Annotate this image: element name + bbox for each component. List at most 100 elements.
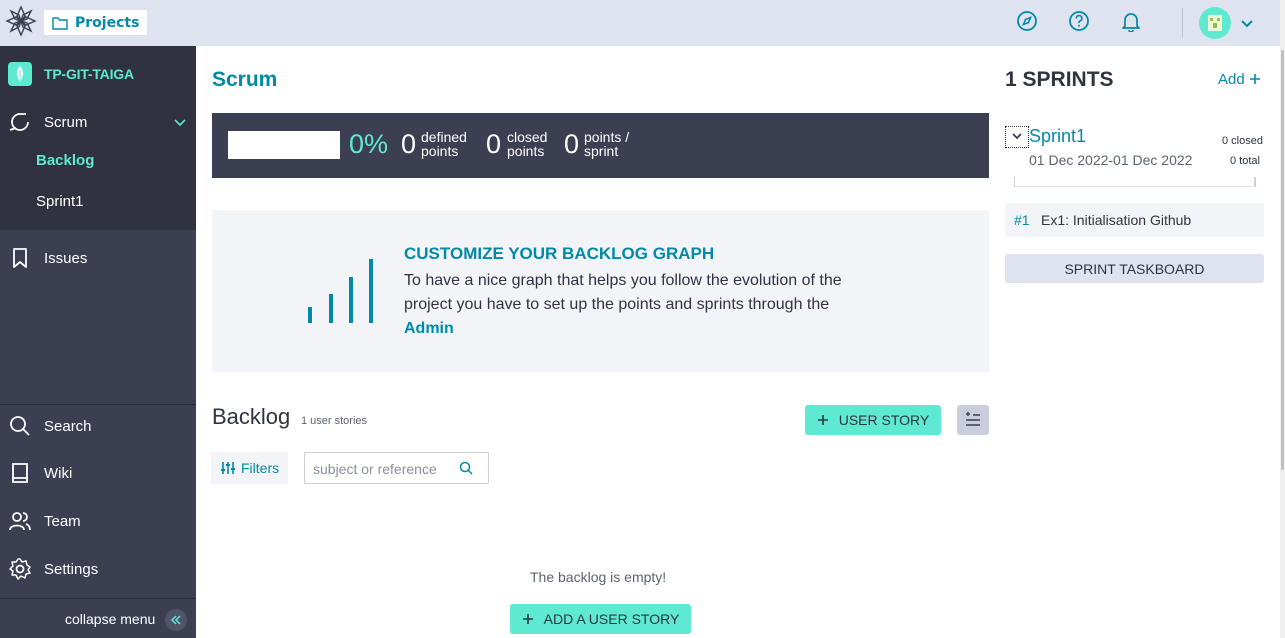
chevron-down-icon (1012, 133, 1022, 140)
closed-points-label: closed points (507, 130, 547, 158)
page-title: Scrum (212, 68, 278, 91)
page-scrollbar[interactable] (1280, 0, 1285, 638)
closed-points-label-line2: points (507, 143, 545, 159)
add-sprint-button[interactable]: Add (1218, 71, 1261, 88)
folder-icon (52, 16, 68, 30)
plus-icon (522, 614, 533, 624)
backlog-empty-message: The backlog is empty! (530, 569, 667, 585)
defined-points-label: defined points (421, 130, 467, 158)
compass-icon[interactable] (1016, 10, 1038, 32)
sidebar-item-label: Wiki (44, 464, 73, 482)
plus-icon (1249, 74, 1260, 84)
collapse-menu[interactable]: collapse menu (0, 598, 196, 638)
sidebar-item-label: Team (44, 512, 81, 530)
chevron-down-icon[interactable] (173, 115, 187, 129)
graph-bar (349, 277, 353, 323)
graph-description-text: To have a nice graph that helps you foll… (404, 272, 842, 313)
admin-link[interactable]: Admin (404, 320, 454, 337)
sidebar-item-label: Issues (44, 249, 88, 267)
projects-label: Projects (75, 14, 140, 31)
sidebar-divider (0, 404, 196, 405)
sidebar-item-label: Settings (44, 560, 99, 578)
graph-bar (369, 259, 373, 323)
sidebar-item-settings[interactable]: Settings (0, 549, 196, 589)
sprint-points-label: points / sprint (584, 130, 629, 158)
avatar[interactable] (1199, 7, 1231, 39)
sprint-name[interactable]: Sprint1 (1029, 126, 1086, 147)
gear-icon (9, 558, 31, 580)
collapse-menu-button[interactable] (165, 609, 187, 631)
sidebar-item-backlog[interactable]: Backlog (36, 152, 94, 169)
sprint-points-label-line1: points / (584, 129, 630, 145)
project-logo-icon[interactable] (8, 62, 32, 86)
user-story-subject[interactable]: Ex1: Initialisation Github (1041, 212, 1191, 228)
bulk-list-icon (966, 412, 980, 426)
sidebar: TP-GIT-TAIGA Scrum Backlog Sprint1 Issue… (0, 46, 196, 638)
topbar-divider (1182, 8, 1183, 38)
chevron-down-icon[interactable] (1239, 15, 1255, 31)
sprint-dates: 01 Dec 2022-01 Dec 2022 (1029, 152, 1193, 168)
sprint-toggle-button[interactable] (1005, 126, 1029, 148)
filters-button[interactable]: Filters (211, 452, 288, 484)
backlog-graph-placeholder: CUSTOMIZE YOUR BACKLOG GRAPH To have a n… (212, 210, 989, 372)
backlog-search (304, 452, 489, 484)
add-sprint-label: Add (1218, 71, 1245, 88)
backlog-title: Backlog (212, 404, 291, 429)
taiga-logo-icon[interactable] (5, 5, 37, 37)
search-icon (10, 416, 30, 436)
add-a-user-story-button[interactable]: ADD A USER STORY (510, 604, 691, 634)
bookmark-icon (13, 248, 27, 268)
plus-icon (817, 415, 828, 425)
project-name[interactable]: TP-GIT-TAIGA (44, 66, 134, 82)
sprint-progress-bar (1014, 177, 1256, 187)
graph-title: CUSTOMIZE YOUR BACKLOG GRAPH (404, 244, 715, 263)
sidebar-item-sprint1[interactable]: Sprint1 (36, 193, 84, 210)
double-chevron-left-icon (170, 615, 181, 625)
help-icon[interactable] (1068, 10, 1090, 32)
team-icon (9, 512, 31, 531)
sprint-total-count: 0 total (1230, 155, 1260, 167)
search-icon[interactable] (459, 461, 474, 476)
collapse-menu-label: collapse menu (65, 611, 156, 627)
sidebar-item-label: Scrum (44, 113, 88, 131)
sidebar-item-search[interactable]: Search (0, 406, 196, 446)
sprint-user-story-row[interactable]: #1 Ex1: Initialisation Github (1005, 203, 1264, 237)
sprint-taskboard-button[interactable]: SPRINT TASKBOARD (1005, 254, 1264, 283)
scrollbar-thumb[interactable] (1281, 50, 1284, 470)
add-a-user-story-label: ADD A USER STORY (543, 611, 680, 627)
sprint-closed-count: 0 closed (1222, 135, 1263, 147)
sprint-points-value: 0 (564, 129, 580, 159)
add-user-story-label: USER STORY (838, 412, 930, 428)
bell-icon[interactable] (1120, 10, 1142, 32)
add-user-story-button[interactable]: USER STORY (805, 405, 941, 435)
backlog-count: 1 user stories (301, 415, 368, 427)
sprint-points-label-line2: sprint (584, 143, 619, 159)
progress-percent: 0% (349, 129, 389, 159)
avatar-pattern-icon (1208, 15, 1222, 31)
user-story-ref[interactable]: #1 (1014, 212, 1030, 228)
graph-bar (329, 294, 333, 323)
sidebar-item-issues[interactable]: Issues (0, 238, 196, 278)
sidebar-item-team[interactable]: Team (0, 501, 196, 541)
sidebar-item-label: Search (44, 417, 92, 435)
filters-label: Filters (241, 460, 280, 476)
sprints-title: 1 SPRINTS (1005, 68, 1114, 91)
defined-points-label-line2: points (421, 143, 459, 159)
sidebar-item-wiki[interactable]: Wiki (0, 453, 196, 493)
closed-points-value: 0 (486, 129, 502, 159)
graph-bar (308, 307, 312, 323)
search-input[interactable] (313, 459, 458, 479)
progress-bar (228, 131, 340, 159)
defined-points-value: 0 (401, 129, 417, 159)
book-icon (12, 463, 28, 483)
filter-sliders-icon (221, 462, 235, 474)
bulk-add-button[interactable] (957, 405, 989, 435)
sidebar-item-scrum[interactable]: Scrum (0, 102, 196, 142)
closed-points-label-line1: closed (507, 129, 548, 145)
backlog-summary: 0% 0 defined points 0 closed points 0 po… (212, 113, 989, 178)
graph-description: To have a nice graph that helps you foll… (404, 269, 874, 341)
scrum-icon (9, 113, 29, 131)
projects-button[interactable]: Projects (44, 10, 148, 35)
top-bar: Projects (0, 0, 1280, 46)
defined-points-label-line1: defined (421, 129, 467, 145)
